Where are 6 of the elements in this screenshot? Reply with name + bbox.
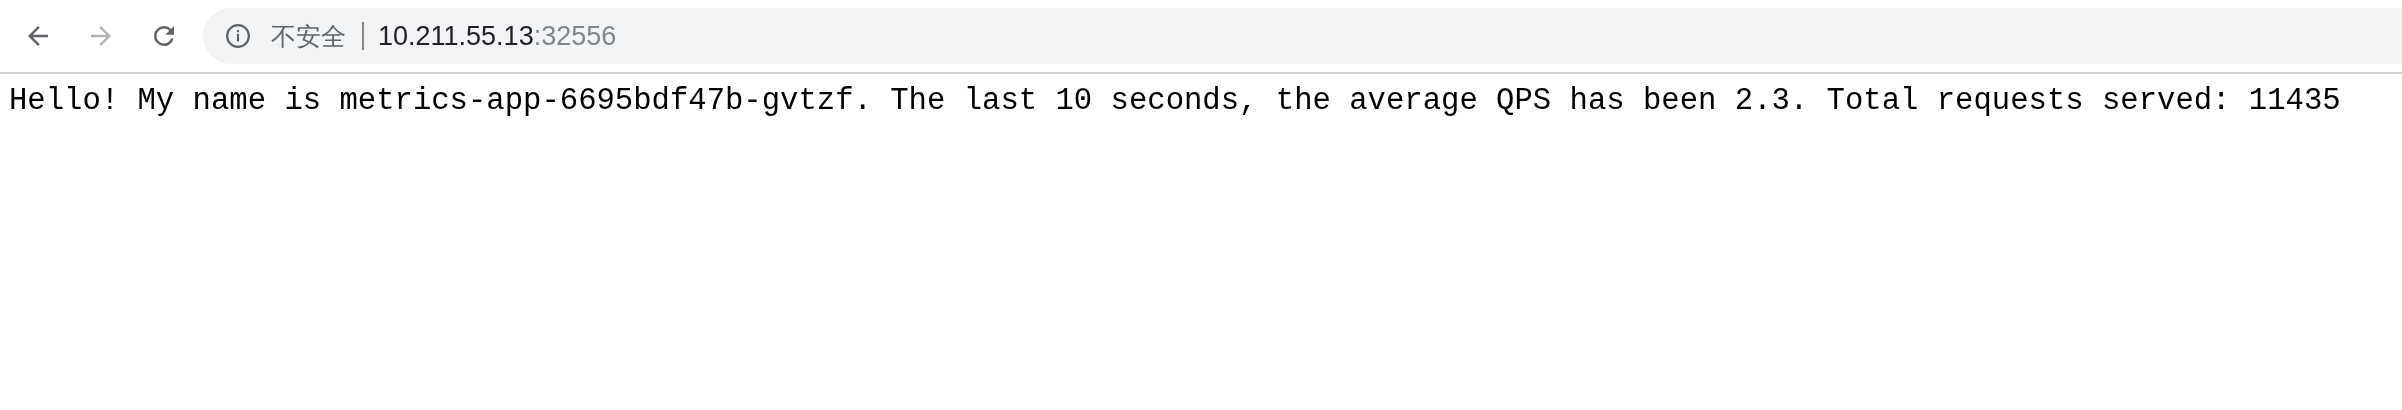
url-host: 10.211.55.13 <box>378 20 534 52</box>
url-port: :32556 <box>533 20 617 52</box>
security-label: 不安全 <box>271 20 346 52</box>
page-text: Hello! My name is metrics-app-6695bdf47b-gvtzf. The last 10 seconds, the average QPS has been 2.3. Total requests served: 11435 <box>8 83 2342 118</box>
info-icon <box>225 23 251 49</box>
address-bar[interactable]: 不安全 10.211.55.13:32556 <box>203 8 2402 64</box>
